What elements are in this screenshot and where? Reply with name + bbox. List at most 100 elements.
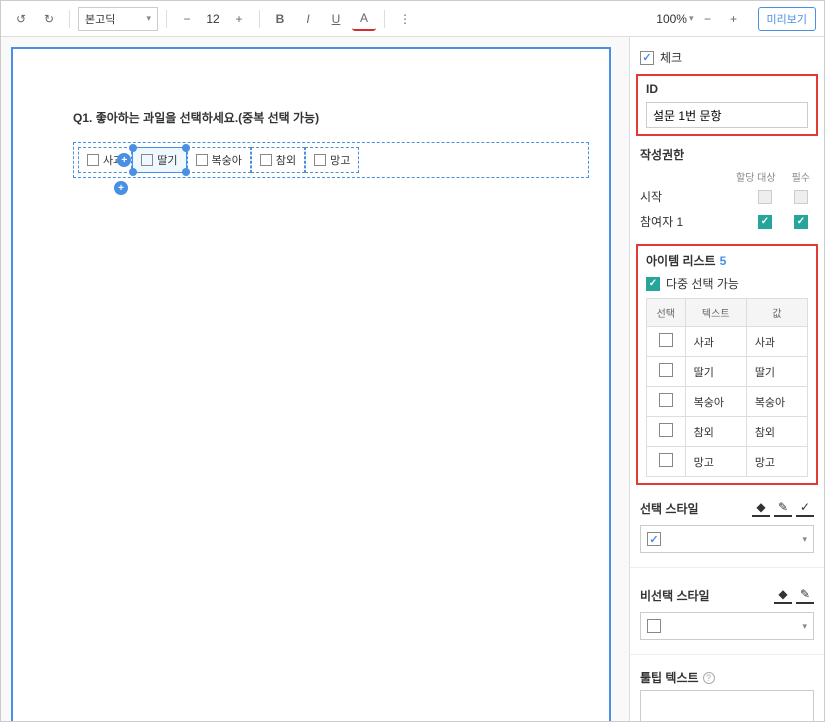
multi-select-checkbox[interactable]	[646, 277, 660, 291]
checked-preview-icon	[647, 532, 661, 546]
toolbar: ↺ ↻ 본고딕 ▾ − 12 + B I U A ⋮ 100% ▾ − + 미리…	[1, 1, 824, 37]
question-label: Q1. 좋아하는 과일을 선택하세요.(중복 선택 가능)	[73, 109, 589, 126]
form-canvas[interactable]: Q1. 좋아하는 과일을 선택하세요.(중복 선택 가능) 사과 +	[11, 47, 611, 721]
perm-required-checkbox[interactable]	[794, 190, 808, 204]
item-table-head-select: 선택	[647, 299, 686, 327]
id-section-highlighted: ID	[636, 74, 818, 136]
font-size-increase-button[interactable]: +	[227, 7, 251, 31]
zoom-value[interactable]: 100% ▾	[656, 12, 693, 26]
checkbox-option-selected[interactable]: + 딸기	[132, 147, 186, 173]
chevron-down-icon: ▾	[146, 13, 151, 24]
item-table-head-value: 값	[746, 299, 807, 327]
selection-handle[interactable]	[129, 144, 137, 152]
item-table-row[interactable]: 참외 참외	[647, 417, 808, 447]
add-row-handle-icon[interactable]: +	[114, 181, 128, 195]
check-type-checkbox[interactable]	[640, 51, 654, 65]
fill-color-icon[interactable]: ◆	[752, 499, 770, 517]
check-style-icon[interactable]: ✓	[796, 499, 814, 517]
font-size-value[interactable]: 12	[203, 12, 223, 26]
perm-required-checkbox[interactable]	[794, 215, 808, 229]
select-style-label: 선택 스타일	[640, 500, 699, 517]
chevron-down-icon: ▾	[802, 534, 807, 545]
text-color-button[interactable]: A	[352, 7, 376, 31]
unselect-style-section: 비선택 스타일 ◆ ✎ ▾	[630, 576, 824, 646]
option-label: 딸기	[157, 152, 177, 168]
canvas-area[interactable]: Q1. 좋아하는 과일을 선택하세요.(중복 선택 가능) 사과 +	[1, 37, 629, 721]
properties-sidebar: 체크 ID 작성권한 할당 대상 필수 시작	[629, 37, 824, 721]
select-style-dropdown[interactable]: ▾	[640, 525, 814, 553]
item-row-value: 망고	[746, 447, 807, 477]
chevron-down-icon: ▾	[802, 621, 807, 632]
undo-icon[interactable]: ↺	[9, 7, 33, 31]
item-table-head-text: 텍스트	[685, 299, 746, 327]
permissions-title: 작성권한	[640, 146, 814, 163]
item-table-row[interactable]: 사과 사과	[647, 327, 808, 357]
font-family-select[interactable]: 본고딕 ▾	[78, 7, 158, 31]
border-style-icon[interactable]: ✎	[774, 499, 792, 517]
checkbox-icon[interactable]	[314, 154, 326, 166]
italic-button[interactable]: I	[296, 7, 320, 31]
permission-row: 시작	[640, 184, 814, 209]
divider	[630, 567, 824, 568]
item-row-value: 사과	[746, 327, 807, 357]
item-row-text: 참외	[685, 417, 746, 447]
option-label: 망고	[330, 152, 350, 168]
item-row-checkbox[interactable]	[659, 333, 673, 347]
checkbox-option[interactable]: 참외	[251, 147, 305, 173]
item-table-row[interactable]: 딸기 딸기	[647, 357, 808, 387]
checkbox-icon[interactable]	[260, 154, 272, 166]
checkbox-icon[interactable]	[196, 154, 208, 166]
item-table-row[interactable]: 복숭아 복숭아	[647, 387, 808, 417]
unselect-style-dropdown[interactable]: ▾	[640, 612, 814, 640]
permissions-section: 작성권한 할당 대상 필수 시작 참여자 1	[630, 140, 824, 240]
item-table: 선택 텍스트 값 사과 사과 딸기	[646, 298, 808, 477]
checkbox-option[interactable]: 복숭아	[187, 147, 251, 173]
fill-color-icon[interactable]: ◆	[774, 586, 792, 604]
separator	[69, 10, 70, 28]
underline-button[interactable]: U	[324, 7, 348, 31]
perm-target-checkbox[interactable]	[758, 215, 772, 229]
item-row-text: 망고	[685, 447, 746, 477]
item-table-row[interactable]: 망고 망고	[647, 447, 808, 477]
checkbox-option[interactable]: 망고	[305, 147, 359, 173]
item-row-text: 딸기	[685, 357, 746, 387]
perm-row-label: 시작	[640, 188, 758, 205]
select-style-section: 선택 스타일 ◆ ✎ ✓ ▾	[630, 489, 824, 559]
item-row-checkbox[interactable]	[659, 453, 673, 467]
perm-target-checkbox[interactable]	[758, 190, 772, 204]
more-icon[interactable]: ⋮	[393, 7, 417, 31]
tooltip-label: 툴팁 텍스트	[640, 669, 699, 686]
divider	[630, 654, 824, 655]
permission-row: 참여자 1	[640, 209, 814, 234]
font-size-decrease-button[interactable]: −	[175, 7, 199, 31]
bold-button[interactable]: B	[268, 7, 292, 31]
item-row-value: 참외	[746, 417, 807, 447]
item-row-value: 복숭아	[746, 387, 807, 417]
item-row-checkbox[interactable]	[659, 393, 673, 407]
perm-head-target: 할당 대상	[736, 169, 776, 184]
permissions-header: 할당 대상 필수	[640, 169, 814, 184]
tooltip-section: 툴팁 텍스트 ?	[630, 663, 824, 721]
add-handle-icon[interactable]: +	[117, 153, 131, 167]
option-label: 복숭아	[212, 152, 242, 168]
item-row-checkbox[interactable]	[659, 363, 673, 377]
zoom-out-button[interactable]: −	[696, 7, 720, 31]
preview-button[interactable]: 미리보기	[758, 7, 816, 31]
item-row-value: 딸기	[746, 357, 807, 387]
zoom-in-button[interactable]: +	[722, 7, 746, 31]
id-input[interactable]	[646, 102, 808, 128]
item-row-text: 사과	[685, 327, 746, 357]
tooltip-textarea[interactable]	[640, 690, 814, 721]
multi-select-row: 다중 선택 가능	[646, 275, 808, 292]
checkbox-icon[interactable]	[141, 154, 153, 166]
selection-handle[interactable]	[129, 168, 137, 176]
help-icon[interactable]: ?	[703, 672, 715, 684]
checkbox-group[interactable]: 사과 + 딸기 복숭아	[73, 142, 589, 178]
perm-row-label: 참여자 1	[640, 213, 758, 230]
item-count: 5	[720, 254, 727, 268]
border-style-icon[interactable]: ✎	[796, 586, 814, 604]
checkbox-icon[interactable]	[87, 154, 99, 166]
redo-icon[interactable]: ↻	[37, 7, 61, 31]
option-label: 참외	[276, 152, 296, 168]
item-row-checkbox[interactable]	[659, 423, 673, 437]
